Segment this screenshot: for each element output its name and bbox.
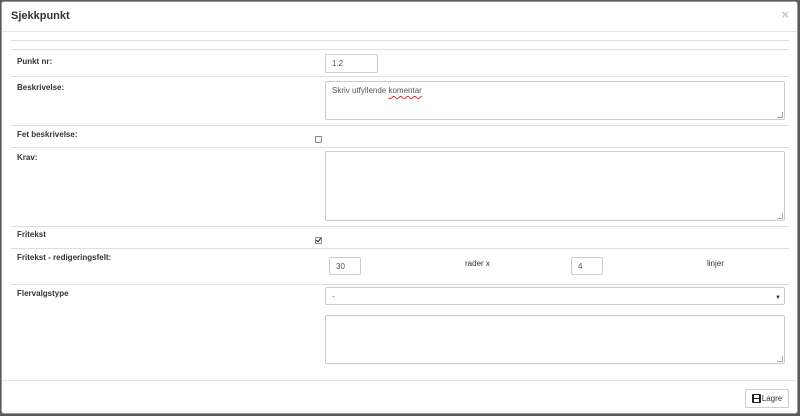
divider: [11, 40, 789, 41]
modal-footer: Lagre: [2, 380, 797, 413]
beskrivelse-label: Beskrivelse:: [17, 83, 65, 92]
punkt-nr-value: 1.2: [332, 59, 344, 68]
divider: [11, 248, 789, 249]
krav-textarea[interactable]: [325, 151, 785, 221]
modal-header: Sjekkpunkt ×: [2, 2, 797, 32]
resize-grip-icon[interactable]: [777, 213, 783, 219]
resize-grip-icon[interactable]: [777, 112, 783, 118]
rows-value: 30: [336, 262, 345, 271]
punkt-nr-input[interactable]: 1.2: [325, 54, 378, 73]
chevron-down-icon: ▼: [775, 295, 781, 301]
flervalgstype-selected: -: [332, 292, 335, 301]
lines-unit-label: linjer: [707, 259, 724, 268]
beskrivelse-textarea[interactable]: Skriv utfyllende komentar: [325, 81, 785, 120]
lines-value: 4: [578, 262, 583, 271]
save-button-label: Lagre: [761, 394, 783, 403]
close-icon[interactable]: ×: [781, 8, 789, 21]
fet-beskrivelse-label: Fet beskrivelse:: [17, 130, 78, 139]
fritekst-label: Fritekst: [17, 230, 46, 239]
divider: [11, 284, 789, 285]
rows-input[interactable]: 30: [329, 257, 361, 275]
divider: [11, 49, 789, 50]
krav-label: Krav:: [17, 153, 38, 162]
punkt-nr-label: Punkt nr:: [17, 57, 53, 66]
resize-grip-icon[interactable]: [777, 356, 783, 362]
lines-input[interactable]: 4: [571, 257, 603, 275]
fritekst-checkbox[interactable]: [315, 237, 322, 244]
flervalgstype-textarea[interactable]: [325, 315, 785, 364]
redigeringsfelt-label: Fritekst - redigeringsfelt:: [17, 253, 112, 262]
divider: [11, 125, 789, 126]
fet-beskrivelse-checkbox[interactable]: [315, 136, 322, 143]
flervalgstype-label: Flervalgstype: [17, 289, 69, 298]
beskrivelse-text: Skriv utfyllende: [332, 86, 389, 95]
save-button[interactable]: Lagre: [745, 389, 789, 408]
divider: [11, 226, 789, 227]
flervalgstype-select[interactable]: - ▼: [325, 287, 785, 305]
modal-dialog: Sjekkpunkt × Punkt nr: 1.2 Beskrivelse: …: [1, 1, 798, 414]
floppy-disk-icon: [751, 394, 761, 403]
modal-title: Sjekkpunkt: [11, 10, 70, 22]
divider: [11, 147, 789, 148]
divider: [11, 76, 789, 77]
rows-unit-label: rader x: [465, 259, 490, 268]
beskrivelse-misspelled-word: komentar: [388, 86, 422, 95]
